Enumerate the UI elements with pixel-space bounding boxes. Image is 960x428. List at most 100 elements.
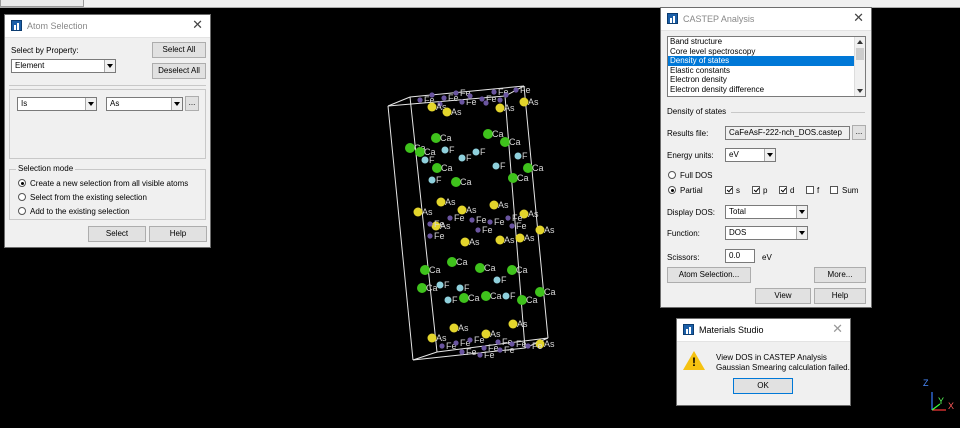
atom-fe[interactable] — [427, 233, 433, 239]
castep-titlebar[interactable]: CASTEP Analysis ✕ — [661, 8, 871, 31]
mode-existing-radio[interactable] — [18, 193, 26, 201]
atom-f[interactable] — [428, 176, 436, 184]
mode-add-radio[interactable] — [18, 207, 26, 215]
atom-fe[interactable] — [475, 227, 481, 233]
atom-fe[interactable] — [483, 100, 489, 106]
atom-label: Fe — [466, 347, 477, 357]
message-titlebar[interactable]: Materials Studio ✕ — [677, 319, 850, 342]
atom-fe[interactable] — [505, 215, 511, 221]
atom-fe[interactable] — [439, 343, 445, 349]
atom-fe[interactable] — [513, 87, 519, 93]
atom-fe[interactable] — [447, 215, 453, 221]
atom-selection-titlebar[interactable]: Atom Selection ✕ — [5, 15, 210, 38]
atom-fe[interactable] — [467, 337, 473, 343]
atom-fe[interactable] — [429, 92, 435, 98]
operator-dropdown[interactable]: Is — [17, 97, 97, 111]
atom-fe[interactable] — [497, 97, 503, 103]
scroll-up-icon[interactable] — [857, 40, 863, 44]
atom-label: F — [510, 291, 516, 301]
atom-fe[interactable] — [479, 96, 485, 102]
scroll-down-icon[interactable] — [857, 89, 863, 93]
atom-f[interactable] — [492, 162, 500, 170]
deselect-all-button[interactable]: Deselect All — [152, 63, 206, 79]
atom-fe[interactable] — [497, 347, 503, 353]
atom-f[interactable] — [441, 146, 449, 154]
atom-label: Fe — [454, 213, 465, 223]
check-p[interactable] — [752, 186, 760, 194]
atom-f[interactable] — [436, 281, 444, 289]
check-d[interactable] — [779, 186, 787, 194]
element-browse-button[interactable]: ... — [185, 96, 199, 111]
analysis-list-item[interactable]: Electron density difference — [668, 85, 865, 95]
atom-fe[interactable] — [459, 99, 465, 105]
atom-label: Fe — [476, 215, 487, 225]
scroll-thumb[interactable] — [856, 48, 864, 60]
view-button[interactable]: View — [755, 288, 811, 304]
energy-units-value: eV — [729, 150, 739, 159]
results-file-browse-button[interactable]: ... — [852, 125, 866, 140]
mode-new-radio[interactable] — [18, 179, 26, 187]
mode-existing-label: Select from the existing selection — [30, 193, 147, 202]
atom-fe[interactable] — [441, 95, 447, 101]
atom-label: As — [490, 329, 501, 339]
atom-label: As — [517, 319, 528, 329]
display-dos-dropdown[interactable]: Total — [725, 205, 808, 219]
full-dos-radio[interactable] — [668, 171, 676, 179]
ok-button[interactable]: OK — [733, 378, 793, 394]
atom-fe[interactable] — [453, 90, 459, 96]
analysis-type-list[interactable]: Band structure Core level spectroscopy Den… — [667, 36, 866, 97]
chevron-down-icon — [104, 60, 115, 72]
atom-selection-button[interactable]: Atom Selection... — [667, 267, 751, 283]
energy-units-dropdown[interactable]: eV — [725, 148, 776, 162]
atom-f[interactable] — [493, 276, 501, 284]
help-button[interactable]: Help — [149, 226, 207, 242]
atom-f[interactable] — [444, 296, 452, 304]
atom-fe[interactable] — [503, 92, 509, 98]
check-s[interactable] — [725, 186, 733, 194]
results-file-field[interactable]: CaFeAsF-222-nch_DOS.castep — [725, 126, 850, 140]
element-dropdown[interactable]: As — [106, 97, 183, 111]
analysis-list-item[interactable]: Band structure — [668, 37, 865, 47]
atom-label: Ca — [490, 291, 502, 301]
atom-f[interactable] — [456, 284, 464, 292]
partial-radio[interactable] — [668, 186, 676, 194]
list-scrollbar[interactable] — [854, 37, 865, 96]
atom-fe[interactable] — [525, 343, 531, 349]
atom-f[interactable] — [502, 292, 510, 300]
analysis-list-item[interactable]: Elastic constants — [668, 66, 865, 76]
close-icon[interactable]: ✕ — [853, 11, 864, 25]
select-button[interactable]: Select — [88, 226, 146, 242]
analysis-list-item[interactable]: Core level spectroscopy — [668, 47, 865, 57]
atom-f[interactable] — [514, 152, 522, 160]
atom-fe[interactable] — [487, 219, 493, 225]
atom-fe[interactable] — [427, 221, 433, 227]
atom-fe[interactable] — [459, 349, 465, 355]
check-f-label: f — [817, 186, 820, 195]
atom-fe[interactable] — [469, 217, 475, 223]
check-f[interactable] — [806, 186, 814, 194]
atom-fe[interactable] — [491, 89, 497, 95]
atom-f[interactable] — [472, 148, 480, 156]
atoms-layer[interactable]: FeFeFeFeFeFeFeAsAsAsAsCaCaCaCaCaCaCaCaCa… — [405, 85, 556, 360]
scissors-label: Scissors: — [667, 253, 700, 262]
atom-fe[interactable] — [417, 97, 423, 103]
analysis-list-item[interactable]: Electron density — [668, 75, 865, 85]
atom-f[interactable] — [421, 156, 429, 164]
close-icon[interactable]: ✕ — [192, 18, 203, 32]
analysis-list-item[interactable]: Density of states — [668, 56, 865, 66]
atom-fe[interactable] — [509, 223, 515, 229]
atom-f[interactable] — [458, 154, 466, 162]
more-button[interactable]: More... — [814, 267, 866, 283]
atom-fe[interactable] — [453, 340, 459, 346]
atom-fe[interactable] — [477, 352, 483, 358]
atom-fe[interactable] — [495, 339, 501, 345]
close-icon[interactable]: ✕ — [832, 322, 843, 336]
check-sum[interactable] — [830, 186, 838, 194]
selection-mode-title: Selection mode — [16, 164, 76, 173]
scissors-input[interactable]: 0.0 — [725, 249, 755, 263]
help-button[interactable]: Help — [814, 288, 866, 304]
display-dos-label: Display DOS: — [667, 208, 716, 217]
property-dropdown[interactable]: Element — [11, 59, 116, 73]
function-dropdown[interactable]: DOS — [725, 226, 808, 240]
select-all-button[interactable]: Select All — [152, 42, 206, 58]
